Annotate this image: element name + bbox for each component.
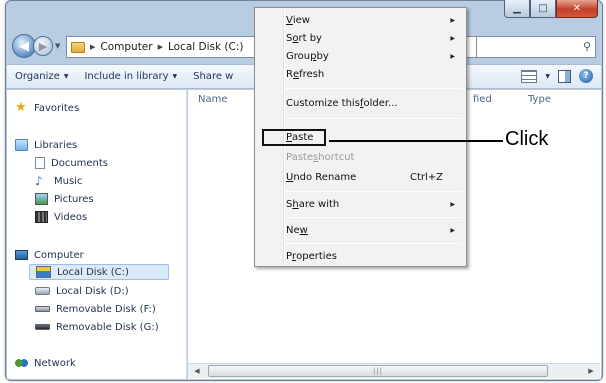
- navigation-pane: ★ Favorites Libraries Documents ♪ Music …: [7, 90, 187, 379]
- click-callout-label: Click: [505, 128, 549, 150]
- submenu-arrow-icon: ▶: [450, 226, 455, 234]
- sidebar-item-label: Local Disk (C:): [57, 266, 129, 278]
- star-icon: ★: [15, 100, 27, 115]
- sidebar-item-label: Music: [54, 175, 83, 187]
- menu-item-properties[interactable]: Pr operties: [258, 247, 463, 265]
- drive-icon: [36, 266, 51, 278]
- sidebar-item-label: Local Disk (D:): [56, 285, 129, 297]
- sidebar-item-label: Documents: [51, 157, 109, 169]
- menu-item-refresh[interactable]: Re fresh: [258, 65, 463, 83]
- column-header-date-modified[interactable]: fied: [473, 94, 492, 105]
- network-icon: [15, 357, 28, 369]
- share-with-button[interactable]: Share w: [185, 65, 241, 88]
- sidebar-item-libraries[interactable]: Libraries: [15, 137, 77, 153]
- sidebar-item-label: Videos: [54, 211, 88, 223]
- recent-pages-dropdown[interactable]: ▼: [55, 42, 60, 50]
- sidebar-item-music[interactable]: ♪ Music: [35, 173, 82, 189]
- computer-icon: [15, 250, 28, 260]
- search-icon[interactable]: ⚲: [583, 40, 591, 53]
- column-header-name[interactable]: Name: [198, 94, 228, 105]
- sidebar-item-local-disk-c[interactable]: Local Disk (C:): [29, 264, 169, 280]
- organize-button[interactable]: Organize ▼: [7, 65, 76, 88]
- maximize-button[interactable]: □: [530, 0, 556, 18]
- callout-line: [329, 140, 503, 142]
- scroll-left-icon[interactable]: ◀: [190, 365, 204, 377]
- menu-separator: [285, 217, 462, 218]
- sidebar-item-label: Network: [34, 357, 76, 369]
- scroll-right-icon[interactable]: ▶: [584, 365, 598, 377]
- menu-separator: [285, 243, 462, 244]
- document-icon: [35, 157, 45, 169]
- horizontal-scrollbar[interactable]: ◀ ||| ▶: [188, 363, 600, 378]
- sidebar-item-label: Computer: [34, 249, 84, 261]
- share-with-label: Share w: [193, 71, 234, 82]
- context-menu: View ▶ So rt by ▶ Grou p by ▶ Re fresh Customi…: [254, 7, 467, 267]
- sidebar-item-videos[interactable]: Videos: [35, 209, 87, 225]
- help-icon[interactable]: ?: [579, 69, 593, 83]
- submenu-arrow-icon: ▶: [450, 200, 455, 208]
- close-button[interactable]: ✕: [556, 0, 598, 18]
- menu-separator: [285, 118, 462, 119]
- sidebar-item-local-disk-d[interactable]: Local Disk (D:): [35, 283, 129, 299]
- include-in-library-label: Include in library: [84, 71, 169, 82]
- pictures-icon: [35, 193, 48, 205]
- menu-item-paste[interactable]: Paste: [262, 129, 326, 146]
- submenu-arrow-icon: ▶: [450, 16, 455, 24]
- preview-pane-icon[interactable]: [558, 69, 571, 83]
- organize-label: Organize: [15, 71, 60, 82]
- sidebar-item-label: Pictures: [54, 193, 94, 205]
- menu-item-new[interactable]: Ne w ▶: [258, 221, 463, 239]
- sidebar-item-pictures[interactable]: Pictures: [35, 191, 94, 207]
- sidebar-item-documents[interactable]: Documents: [35, 155, 108, 171]
- menu-item-customize-folder[interactable]: Customize this f older...: [258, 94, 463, 112]
- breadcrumb-computer[interactable]: Computer: [100, 41, 152, 53]
- caption-buttons: ▁ □ ✕: [504, 0, 598, 18]
- sidebar-item-computer[interactable]: Computer: [15, 247, 84, 263]
- music-icon: ♪: [35, 174, 43, 188]
- breadcrumb-arrow[interactable]: ▶: [90, 43, 95, 51]
- sidebar-item-label: Removable Disk (F:): [56, 303, 156, 315]
- menu-item-group-by[interactable]: Grou p by ▶: [258, 47, 463, 65]
- submenu-arrow-icon: ▶: [450, 52, 455, 60]
- removable-disk-icon: [35, 324, 50, 330]
- sidebar-item-network[interactable]: Network: [15, 355, 76, 371]
- sidebar-item-label: Favorites: [34, 102, 80, 114]
- menu-item-share-with[interactable]: Sh are with ▶: [258, 195, 463, 213]
- sidebar-item-label: Libraries: [34, 139, 78, 151]
- menu-item-sort-by[interactable]: So rt by ▶: [258, 29, 463, 47]
- scrollbar-thumb[interactable]: |||: [208, 365, 548, 377]
- menu-separator: [285, 191, 462, 192]
- folder-icon: [71, 41, 85, 53]
- removable-disk-icon: [35, 306, 50, 312]
- menu-separator: [285, 88, 462, 89]
- menu-item-paste-shortcut: Paste s hortcut: [286, 151, 355, 163]
- search-input[interactable]: ⚲: [476, 36, 596, 58]
- include-in-library-button[interactable]: Include in library ▼: [76, 65, 185, 88]
- breadcrumb-arrow[interactable]: ▶: [158, 43, 163, 51]
- toolbar-right-controls: ▼ ?: [521, 69, 593, 83]
- menu-item-undo-rename[interactable]: Undo Rename Ctrl+Z: [258, 168, 463, 186]
- column-header-type[interactable]: Type: [528, 94, 551, 105]
- submenu-arrow-icon: ▶: [450, 34, 455, 42]
- forward-arrow-icon[interactable]: ▶: [33, 36, 53, 56]
- sidebar-item-removable-disk-f[interactable]: Removable Disk (F:): [35, 301, 156, 317]
- minimize-button[interactable]: ▁: [504, 0, 530, 18]
- sidebar-item-label: Removable Disk (G:): [56, 321, 159, 333]
- chevron-down-icon[interactable]: ▼: [545, 73, 550, 80]
- chevron-down-icon: ▼: [63, 73, 69, 80]
- menu-item-view[interactable]: View ▶: [258, 11, 463, 29]
- videos-icon: [35, 211, 48, 223]
- views-icon[interactable]: [521, 69, 538, 83]
- sidebar-item-removable-disk-g[interactable]: Removable Disk (G:): [35, 319, 159, 335]
- shortcut-label: Ctrl+Z: [409, 171, 443, 183]
- sidebar-item-favorites[interactable]: ★ Favorites: [15, 100, 79, 116]
- drive-icon: [35, 287, 50, 295]
- chevron-down-icon: ▼: [172, 73, 178, 80]
- library-icon: [15, 139, 28, 151]
- breadcrumb-local-disk-c[interactable]: Local Disk (C:): [168, 41, 244, 53]
